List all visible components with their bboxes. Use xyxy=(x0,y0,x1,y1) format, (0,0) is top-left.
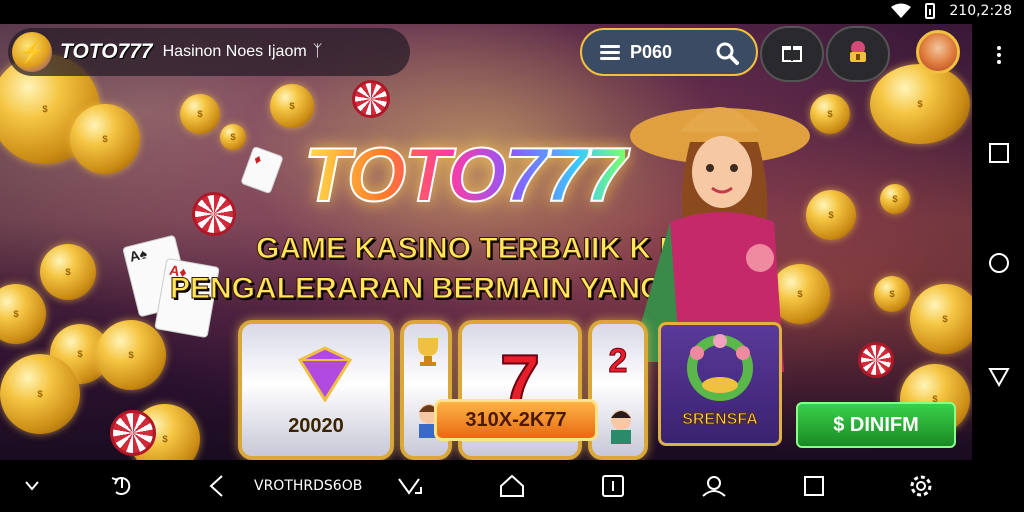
coin-decoration xyxy=(810,94,850,134)
coin-decoration xyxy=(0,284,46,344)
house-icon[interactable] xyxy=(498,474,526,498)
coin-decoration xyxy=(806,190,856,240)
chip-decoration xyxy=(110,410,156,456)
gem-icon xyxy=(297,346,353,402)
reel-1-value: 20020 xyxy=(288,415,344,437)
back-icon[interactable] xyxy=(988,366,1010,388)
coin-decoration xyxy=(870,64,970,144)
menu-icon[interactable] xyxy=(600,42,620,63)
bonus-card[interactable]: SRENSFA xyxy=(658,322,782,446)
coin-decoration xyxy=(270,84,314,128)
search-icon[interactable] xyxy=(714,40,740,66)
brand-header[interactable]: ⚡ TOTO777 Hasinon Noes Ijaom ᛉ xyxy=(8,28,410,76)
coin-decoration xyxy=(880,184,910,214)
character-icon xyxy=(606,408,636,449)
game-title: TOTO777 xyxy=(303,132,628,219)
bottom-toolbar: VROTHRDS6OB xyxy=(0,460,1024,512)
search-bar[interactable]: P060 xyxy=(580,28,758,76)
chevron-down-icon[interactable] xyxy=(22,474,42,498)
bonus-label: SRENSFA xyxy=(682,411,759,429)
treasure-button[interactable] xyxy=(826,26,890,82)
more-options-icon[interactable] xyxy=(988,44,1010,66)
brand-subtitle-suffix: ᛉ xyxy=(312,43,323,60)
gift-icon xyxy=(780,40,804,69)
right-nav-bar xyxy=(972,24,1024,489)
shuffle-icon[interactable] xyxy=(396,474,424,498)
coin-decoration xyxy=(40,244,96,300)
slot-reel-1: 20020 xyxy=(238,320,394,460)
coin-decoration xyxy=(96,320,166,390)
card-decoration: ♦ xyxy=(240,145,284,195)
clock: 210,2:28 xyxy=(949,3,1012,19)
slot-reel-4: 2 xyxy=(588,320,648,460)
flower-wreath-icon xyxy=(679,333,761,408)
trophy-icon xyxy=(414,336,442,373)
gear-icon[interactable] xyxy=(906,474,936,498)
wifi-icon xyxy=(891,3,912,19)
status-bar: 210,2:28 xyxy=(0,0,1024,24)
rotate-icon[interactable] xyxy=(108,474,136,498)
chip-decoration xyxy=(858,342,894,378)
search-value: P060 xyxy=(630,41,673,62)
reel-4-symbol: 2 xyxy=(608,342,628,381)
coin-decoration xyxy=(0,354,80,434)
avatar[interactable] xyxy=(916,30,960,74)
brand-subtitle: Hasinon Noes Ijaom xyxy=(162,43,307,60)
chevron-left-icon[interactable] xyxy=(204,474,228,498)
recents-icon[interactable] xyxy=(988,142,1010,164)
coin-decoration xyxy=(70,104,140,174)
chip-decoration xyxy=(352,80,390,118)
home-icon[interactable] xyxy=(988,252,1010,274)
coin-decoration xyxy=(910,284,972,354)
treasure-icon xyxy=(844,38,872,71)
coin-decoration xyxy=(220,124,246,150)
profile-icon[interactable] xyxy=(700,474,728,498)
bottom-bar-text: VROTHRDS6OB xyxy=(254,478,363,494)
brand-logo: ⚡ xyxy=(12,32,52,72)
square-icon[interactable] xyxy=(802,474,826,498)
game-screen: ♦ A♠ A♦ ⚡ TOTO777 Hasinon Noes Ijaom ᛉ P… xyxy=(0,24,972,460)
brand-name: TOTO777 xyxy=(60,40,153,63)
chip-decoration xyxy=(192,192,236,236)
coin-decoration xyxy=(874,276,910,312)
spin-button[interactable]: $ DINIFM xyxy=(796,402,956,448)
info-icon[interactable] xyxy=(600,474,626,498)
coin-decoration xyxy=(180,94,220,134)
bet-button[interactable]: 310X-2K77 xyxy=(434,399,598,441)
battery-icon xyxy=(925,3,936,19)
